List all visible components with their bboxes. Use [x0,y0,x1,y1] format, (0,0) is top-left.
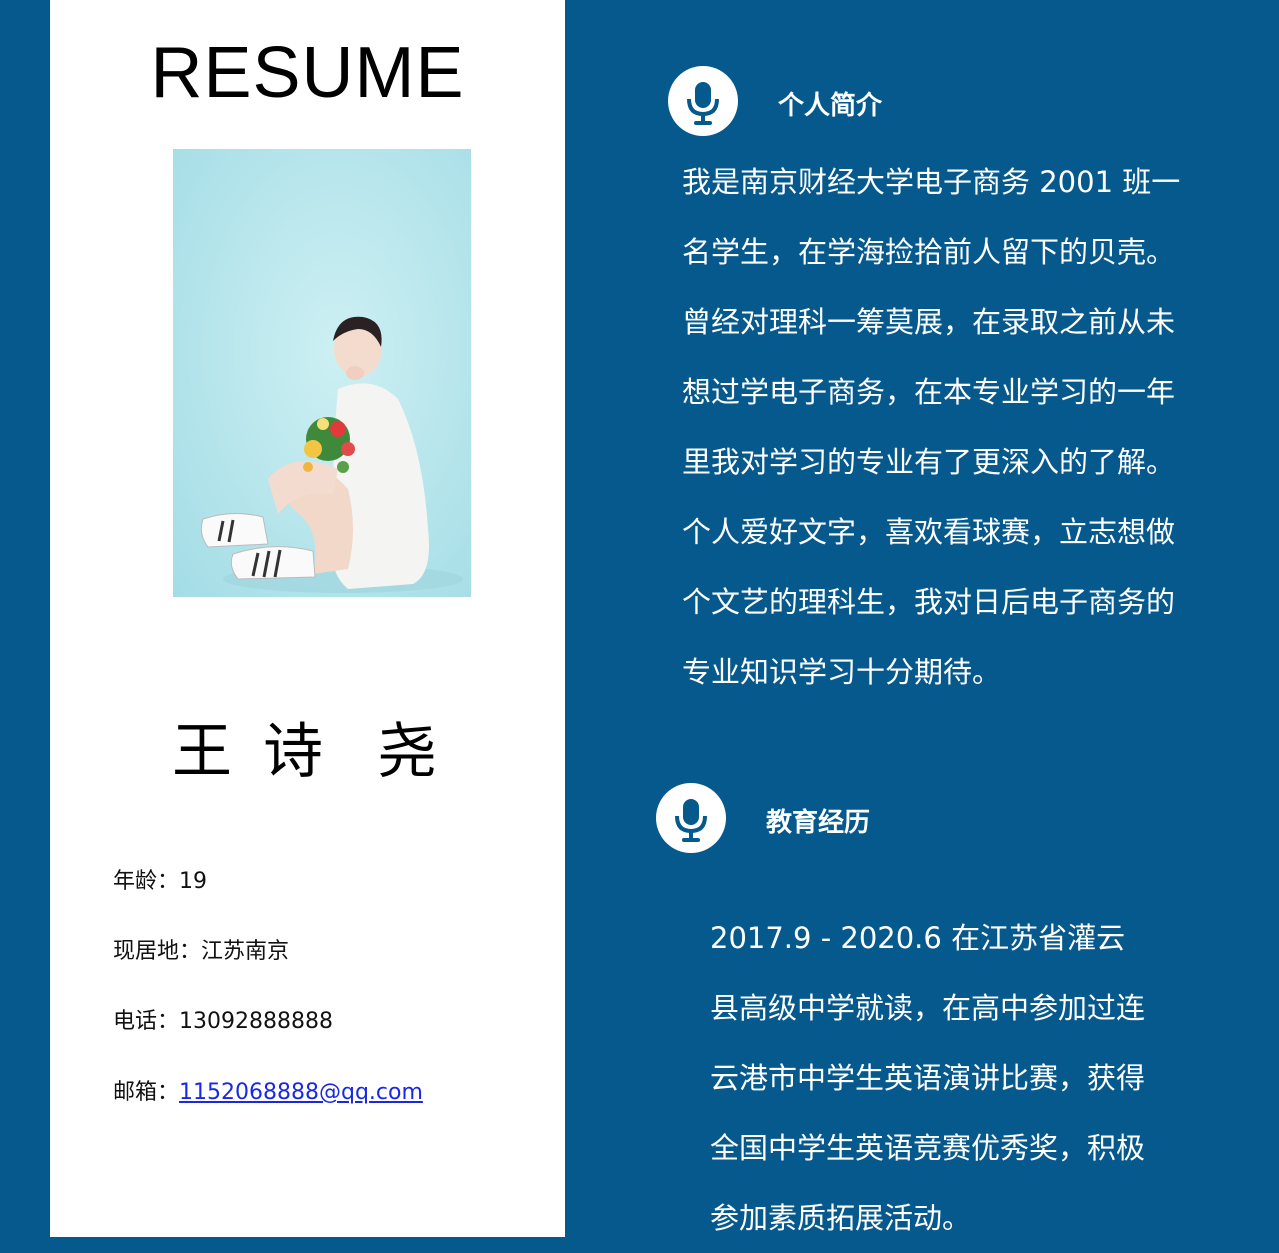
resume-title: RESUME [150,33,465,113]
email-label: 邮箱： [113,1080,180,1105]
email-link[interactable]: 1152068888@qq.com [179,1080,423,1105]
education-line: 2017.9 - 2020.6 在江苏省灌云 [710,921,1126,955]
education-line: 县高级中学就读，在高中参加过连 [710,991,1146,1025]
email-row: 邮箱：1152068888@qq.com [113,1078,423,1108]
education-line: 全国中学生英语竞赛优秀奖，积极 [710,1131,1146,1165]
microphone-icon [656,783,726,853]
name-part-given: 王 诗 [171,717,330,787]
intro-line: 我是南京财经大学电子商务 2001 班一 [682,165,1181,199]
microphone-icon [668,66,738,136]
profile-photo [173,149,471,597]
age-row: 年龄：19 [113,867,207,897]
education-line: 参加素质拓展活动。 [710,1201,972,1235]
age-value: 19 [179,869,208,894]
intro-paragraph: 我是南京财经大学电子商务 2001 班一 名学生，在学海捡拾前人留下的贝壳。 曾… [682,147,1180,707]
phone-label: 电话： [113,1009,180,1034]
education-paragraph: 2017.9 - 2020.6 在江苏省灌云 县高级中学就读，在高中参加过连 云… [710,903,1145,1253]
age-label: 年龄： [113,869,180,894]
intro-line: 个人爱好文字，喜欢看球赛，立志想做 [682,515,1176,549]
intro-line: 名学生，在学海捡拾前人留下的贝壳。 [682,235,1176,269]
intro-line: 专业知识学习十分期待。 [682,655,1002,689]
phone-value: 13092888888 [179,1009,333,1034]
intro-line: 曾经对理科一筹莫展，在录取之前从未 [682,305,1176,339]
intro-line: 个文艺的理科生，我对日后电子商务的 [682,585,1176,619]
phone-row: 电话：13092888888 [113,1007,333,1037]
full-name: 王 诗尧 [50,712,565,792]
intro-line: 想过学电子商务，在本专业学习的一年 [682,375,1176,409]
name-part-last: 尧 [377,717,444,787]
location-label: 现居地： [113,939,202,964]
education-line: 云港市中学生英语演讲比赛，获得 [710,1061,1146,1095]
intro-line: 里我对学习的专业有了更深入的了解。 [682,445,1176,479]
education-section-title: 教育经历 [766,808,871,838]
location-value: 江苏南京 [201,939,290,964]
intro-section-title: 个人简介 [778,91,883,121]
profile-panel: RESUME 王 诗 尧 年龄：19 现居地：江苏南京 电话：130928888… [50,0,565,1237]
location-row: 现居地：江苏南京 [113,937,289,967]
